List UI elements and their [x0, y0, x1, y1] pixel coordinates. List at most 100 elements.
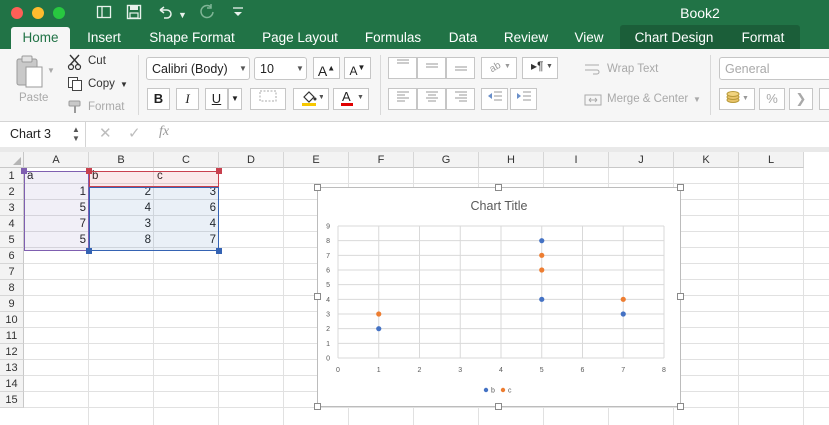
row-header-10[interactable]: 10 [0, 312, 24, 328]
column-header-b[interactable]: B [89, 152, 154, 168]
paste-label[interactable]: Paste [19, 92, 48, 104]
comma-style-button[interactable]: ❯ [789, 88, 813, 110]
insert-function-button[interactable]: fx [159, 124, 169, 140]
font-name-select[interactable]: Calibri (Body) ▼ [146, 57, 250, 80]
column-header-i[interactable]: I [544, 152, 609, 168]
paste-dropdown-icon[interactable]: ▼ [47, 66, 55, 75]
column-header-l[interactable]: L [739, 152, 804, 168]
row-header-3[interactable]: 3 [0, 200, 24, 216]
align-bottom-button[interactable] [446, 57, 475, 79]
chart-resize-handle[interactable] [314, 293, 321, 300]
range-handle[interactable] [216, 168, 222, 174]
column-header-h[interactable]: H [479, 152, 544, 168]
scatter-chart[interactable]: Chart Title 0 1 2 3 4 5 6 7 8 0 1 2 3 4 5 6 7 8 9 b c [317, 187, 681, 407]
chart-resize-handle[interactable] [314, 403, 321, 410]
increase-decimal-button[interactable] [819, 88, 829, 110]
row-header-11[interactable]: 11 [0, 328, 24, 344]
undo-dropdown-icon[interactable]: ▼ [178, 6, 187, 24]
align-left-button[interactable] [388, 88, 417, 110]
font-size-select[interactable]: 10 ▼ [254, 57, 307, 80]
customize-icon[interactable] [232, 5, 244, 26]
range-handle[interactable] [21, 168, 27, 174]
copy-icon[interactable] [67, 76, 83, 95]
copy-button[interactable]: Copy [88, 78, 115, 90]
sidebar-icon[interactable] [96, 4, 112, 25]
decrease-font-size-button[interactable]: A▼ [344, 57, 371, 79]
cancel-icon[interactable]: ✕ [99, 124, 112, 142]
merge-center-icon[interactable] [584, 93, 602, 110]
enter-icon[interactable]: ✓ [128, 124, 141, 142]
borders-button[interactable] [250, 88, 286, 110]
column-header-j[interactable]: J [609, 152, 674, 168]
select-all-corner[interactable] [0, 152, 24, 168]
row-header-14[interactable]: 14 [0, 376, 24, 392]
tab-shape-format[interactable]: Shape Format [143, 27, 241, 49]
align-center-button[interactable] [417, 88, 446, 110]
tab-page-layout[interactable]: Page Layout [256, 27, 344, 49]
row-header-12[interactable]: 12 [0, 344, 24, 360]
column-header-g[interactable]: G [414, 152, 479, 168]
column-header-a[interactable]: A [24, 152, 89, 168]
row-header-13[interactable]: 13 [0, 360, 24, 376]
row-header-4[interactable]: 4 [0, 216, 24, 232]
merge-center-button[interactable]: Merge & Center [607, 93, 688, 105]
range-handle[interactable] [86, 168, 92, 174]
close-window-button[interactable] [11, 7, 23, 19]
paragraph-direction-button[interactable]: ▸¶ ▼ [522, 57, 558, 79]
column-header-c[interactable]: C [154, 152, 219, 168]
paste-icon[interactable] [12, 55, 48, 91]
minimize-window-button[interactable] [32, 7, 44, 19]
formula-input[interactable] [185, 122, 829, 147]
chart-resize-handle[interactable] [677, 184, 684, 191]
row-header-6[interactable]: 6 [0, 248, 24, 264]
align-middle-button[interactable] [417, 57, 446, 79]
chart-resize-handle[interactable] [495, 403, 502, 410]
italic-button[interactable]: I [176, 88, 199, 110]
decrease-indent-button[interactable] [481, 88, 508, 110]
row-header-5[interactable]: 5 [0, 232, 24, 248]
font-color-button[interactable]: A ▼ [333, 88, 369, 110]
tab-insert[interactable]: Insert [78, 27, 130, 49]
save-icon[interactable] [126, 4, 142, 25]
align-top-button[interactable] [388, 57, 417, 79]
copy-dropdown-icon[interactable]: ▼ [120, 80, 128, 89]
underline-dropdown-icon[interactable]: ▼ [228, 88, 242, 110]
format-painter-icon[interactable] [67, 99, 83, 118]
row-header-15[interactable]: 15 [0, 392, 24, 408]
zoom-window-button[interactable] [53, 7, 65, 19]
row-header-8[interactable]: 8 [0, 280, 24, 296]
tab-format[interactable]: Format [732, 27, 794, 49]
tab-home[interactable]: Home [11, 27, 70, 49]
chart-resize-handle[interactable] [314, 184, 321, 191]
wrap-text-icon[interactable] [584, 62, 602, 79]
range-handle[interactable] [216, 248, 222, 254]
increase-font-size-button[interactable]: A▲ [313, 57, 340, 79]
tab-formulas[interactable]: Formulas [358, 27, 428, 49]
row-header-2[interactable]: 2 [0, 184, 24, 200]
column-header-f[interactable]: F [349, 152, 414, 168]
undo-icon[interactable] [156, 4, 174, 25]
tab-data[interactable]: Data [443, 27, 483, 49]
cut-icon[interactable] [67, 54, 83, 73]
chart-resize-handle[interactable] [495, 184, 502, 191]
orientation-button[interactable]: ab ▼ [481, 57, 517, 79]
row-header-7[interactable]: 7 [0, 264, 24, 280]
tab-view[interactable]: View [568, 27, 610, 49]
accounting-format-button[interactable]: ▼ [719, 88, 755, 110]
fill-color-button[interactable]: ▼ [293, 88, 329, 110]
chart-title[interactable]: Chart Title [471, 199, 528, 213]
chart-resize-handle[interactable] [677, 403, 684, 410]
cut-button[interactable]: Cut [88, 55, 106, 67]
tab-chart-design[interactable]: Chart Design [626, 27, 722, 49]
column-header-d[interactable]: D [219, 152, 284, 168]
format-painter-button[interactable]: Format [88, 101, 124, 113]
name-box[interactable]: Chart 3 ▲ ▼ [0, 122, 86, 147]
range-handle[interactable] [86, 248, 92, 254]
align-right-button[interactable] [446, 88, 475, 110]
column-header-k[interactable]: K [674, 152, 739, 168]
row-header-9[interactable]: 9 [0, 296, 24, 312]
column-header-e[interactable]: E [284, 152, 349, 168]
chart-resize-handle[interactable] [677, 293, 684, 300]
underline-button[interactable]: U [205, 88, 228, 110]
increase-indent-button[interactable] [510, 88, 537, 110]
